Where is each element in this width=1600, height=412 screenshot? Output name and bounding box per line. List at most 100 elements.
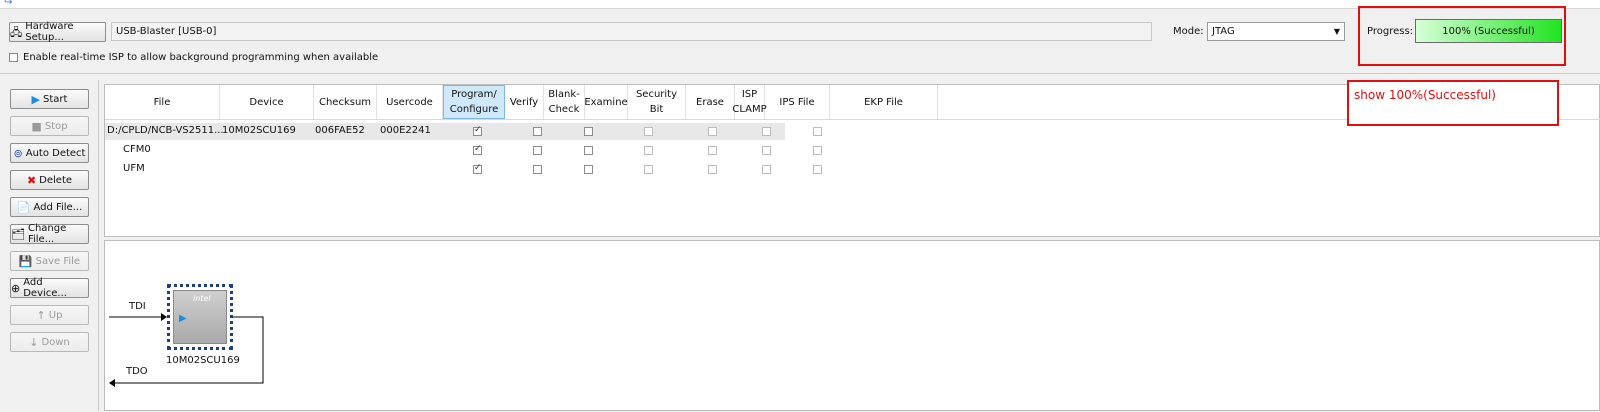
column-header[interactable]: Device xyxy=(220,85,314,119)
tdo-label: TDO xyxy=(126,366,148,377)
operation-checkbox[interactable] xyxy=(762,127,771,136)
hardware-value: USB-Blaster [USB-0] xyxy=(116,26,217,37)
column-header-label: Usercode xyxy=(386,96,433,108)
sidebar-button-label: Change File... xyxy=(27,223,67,245)
operation-checkbox[interactable] xyxy=(644,146,653,155)
device-chip[interactable]: intel ▶ xyxy=(167,284,233,350)
sidebar-button-down[interactable]: ↓ Down xyxy=(10,332,89,352)
cell-usercode: 000E2241 xyxy=(380,125,431,136)
column-header[interactable]: Program/Configure xyxy=(443,85,505,119)
column-header[interactable]: Security Bit xyxy=(628,85,686,119)
column-header-label: Verify xyxy=(509,96,539,108)
binoculars-icon: ⊚ xyxy=(13,146,23,160)
tdi-label: TDI xyxy=(129,301,146,312)
column-header-label: Device xyxy=(249,96,284,108)
isp-option[interactable]: Enable real-time ISP to allow background… xyxy=(9,52,378,63)
sidebar-button-up[interactable]: ↑ Up xyxy=(10,305,89,325)
table-row[interactable]: CFM0 xyxy=(105,142,822,159)
sidebar-button-stop[interactable]: ■ Stop xyxy=(10,116,89,136)
cell-file: D:/CPLD/NCB-VS2511... xyxy=(107,125,224,136)
column-header-label: Erase xyxy=(696,96,724,108)
operation-checkbox[interactable] xyxy=(473,163,482,174)
column-header-label: IPS File xyxy=(779,96,815,108)
column-header[interactable]: Blank- Check xyxy=(544,85,585,119)
divider xyxy=(0,73,1600,74)
down-icon: ↓ xyxy=(29,335,39,349)
progress-label: Progress: xyxy=(1367,26,1414,37)
operation-checkbox[interactable] xyxy=(644,127,653,136)
column-header-label: Examine xyxy=(584,96,628,108)
table-row[interactable]: UFM xyxy=(105,161,822,178)
column-header[interactable]: ISP CLAMP xyxy=(732,85,767,119)
sidebar-button-label: Up xyxy=(48,309,63,321)
column-header[interactable]: Usercode xyxy=(377,85,443,119)
sidebar-button-add-file[interactable]: 📄 Add File... xyxy=(10,197,89,217)
operation-checkbox[interactable] xyxy=(813,165,822,174)
column-header[interactable]: Examine xyxy=(584,85,628,119)
hardware-field: USB-Blaster [USB-0] xyxy=(111,22,1152,41)
operation-checkbox[interactable] xyxy=(533,165,542,174)
column-header[interactable]: IPS File xyxy=(765,85,830,119)
add-device-icon: ⊕ xyxy=(11,281,21,295)
operation-checkbox[interactable] xyxy=(473,125,482,136)
operation-checkbox[interactable] xyxy=(584,146,593,155)
operation-checkbox[interactable] xyxy=(644,165,653,174)
change-file-icon: 🗂 xyxy=(11,227,25,241)
isp-checkbox[interactable] xyxy=(9,53,18,62)
operation-checkbox[interactable] xyxy=(473,144,482,155)
sidebar-button-start[interactable]: ▶ Start xyxy=(10,89,89,109)
sidebar-button-label: Add File... xyxy=(33,201,83,213)
operation-checkbox[interactable] xyxy=(584,165,593,174)
column-header-label: File xyxy=(153,96,171,108)
hardware-setup-label: Hardware Setup... xyxy=(25,21,74,43)
operation-checkbox[interactable] xyxy=(813,146,822,155)
column-header-label: Checksum xyxy=(318,96,372,108)
save-icon: 💾 xyxy=(18,254,33,268)
play-icon: ▶ xyxy=(31,92,41,106)
sidebar-button-auto-detect[interactable]: ⊚ Auto Detect xyxy=(10,143,89,163)
column-header[interactable]: Erase xyxy=(686,85,735,119)
add-file-icon: 📄 xyxy=(16,200,31,214)
column-header[interactable]: EKP File xyxy=(830,85,938,119)
sidebar-button-label: Stop xyxy=(44,120,68,132)
mode-select[interactable]: JTAG ▼ xyxy=(1207,22,1345,41)
back-arrow-icon[interactable]: ↪ xyxy=(4,0,12,8)
operation-checkbox[interactable] xyxy=(708,127,717,136)
mode-label: Mode: xyxy=(1173,26,1204,37)
chevron-down-icon: ▼ xyxy=(1333,27,1340,36)
sidebar-button-label: Add Device... xyxy=(23,277,67,299)
progress-bar: 100% (Successful) xyxy=(1415,19,1562,43)
progress-value: 100% (Successful) xyxy=(1442,25,1535,37)
mode-value: JTAG xyxy=(1212,26,1235,37)
operation-checkbox[interactable] xyxy=(762,146,771,155)
column-header[interactable]: Checksum xyxy=(314,85,377,119)
column-header[interactable]: Verify xyxy=(505,85,544,119)
column-header-label: Security Bit xyxy=(635,89,678,115)
up-icon: ↑ xyxy=(36,308,46,322)
operation-checkbox[interactable] xyxy=(584,127,593,136)
operation-checkbox[interactable] xyxy=(533,146,542,155)
annotation-box: show 100%(Successful) xyxy=(1347,80,1559,126)
sidebar-button-change-file[interactable]: 🗂 Change File... xyxy=(10,223,89,245)
cell-checksum: 006FAE52 xyxy=(315,125,365,136)
operation-checkbox[interactable] xyxy=(762,165,771,174)
sidebar-button-label: Auto Detect xyxy=(25,147,86,159)
annotation-text: show 100%(Successful) xyxy=(1354,88,1496,102)
operation-checkbox[interactable] xyxy=(533,127,542,136)
operation-checkbox[interactable] xyxy=(708,146,717,155)
operation-checkbox[interactable] xyxy=(708,165,717,174)
hardware-icon: 🖧 xyxy=(10,25,23,39)
delete-x-icon: ✖ xyxy=(26,173,37,187)
sidebar-button-delete[interactable]: ✖ Delete xyxy=(10,170,89,190)
sidebar-button-add-device[interactable]: ⊕ Add Device... xyxy=(10,277,89,299)
stop-icon: ■ xyxy=(31,119,42,133)
cell-device: 10M02SCU169 xyxy=(222,125,296,136)
column-header-label: Blank- Check xyxy=(548,89,580,115)
table-row[interactable]: D:/CPLD/NCB-VS2511... 10M02SCU169 006FAE52… xyxy=(105,123,822,140)
hardware-setup-button[interactable]: 🖧 Hardware Setup... xyxy=(9,21,106,43)
device-chip-label: 10M02SCU169 xyxy=(166,355,240,366)
sidebar-button-save-file[interactable]: 💾 Save File xyxy=(10,251,89,271)
operation-checkbox[interactable] xyxy=(813,127,822,136)
intel-logo: intel xyxy=(193,294,211,303)
column-header[interactable]: File xyxy=(105,85,220,119)
